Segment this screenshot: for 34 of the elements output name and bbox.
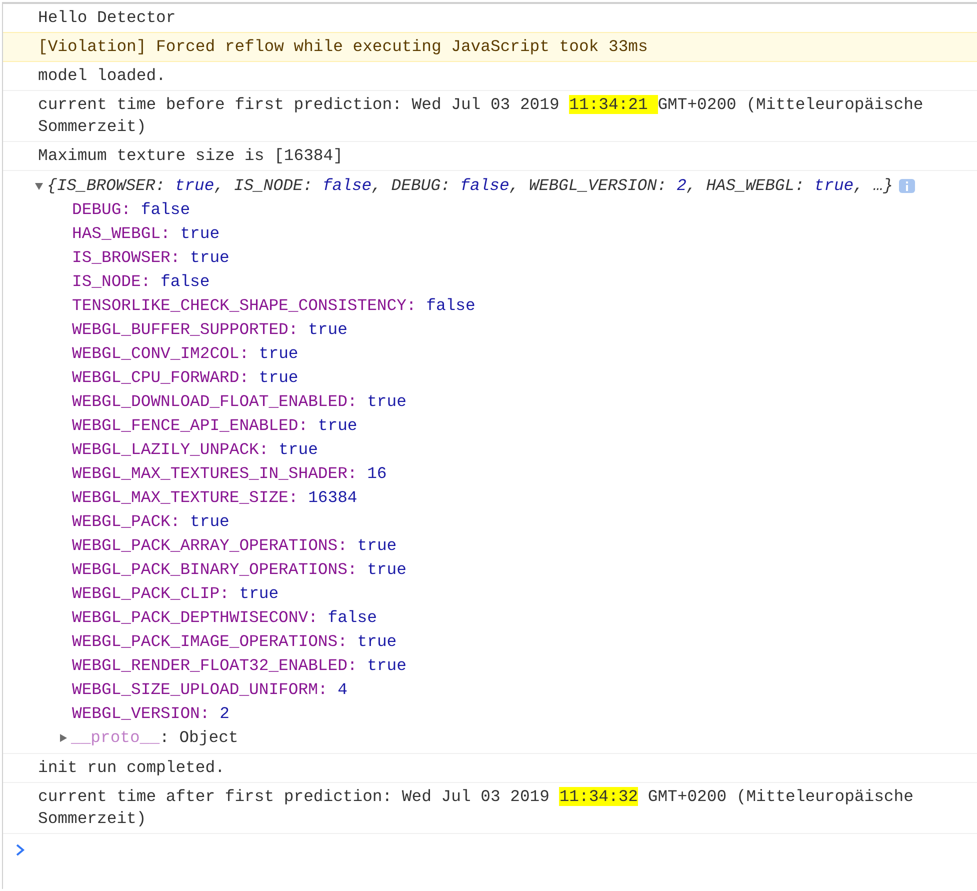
property-line: WEBGL_PACK_BINARY_OPERATIONS: true — [72, 559, 406, 581]
property-line: WEBGL_PACK_CLIP: true — [72, 583, 279, 605]
property-line: WEBGL_SIZE_UPLOAD_UNIFORM: 4 — [72, 679, 348, 701]
property-line: WEBGL_VERSION: 2 — [72, 703, 230, 725]
property-line: WEBGL_MAX_TEXTURES_IN_SHADER: 16 — [72, 463, 387, 485]
property-line: WEBGL_PACK: true — [72, 511, 230, 533]
property-line: HAS_WEBGL: true — [72, 223, 220, 245]
property-line: WEBGL_CONV_IM2COL: true — [72, 343, 298, 365]
prototype-line[interactable]: __proto__: Object — [71, 726, 238, 750]
log-message: init run completed. — [38, 757, 226, 779]
property-line: WEBGL_MAX_TEXTURE_SIZE: 16384 — [72, 487, 358, 509]
property-line: WEBGL_LAZILY_UNPACK: true — [72, 439, 318, 461]
property-line: WEBGL_PACK_ARRAY_OPERATIONS: true — [72, 535, 397, 557]
property-line: WEBGL_FENCE_API_ENABLED: true — [72, 415, 358, 437]
log-message: Maximum texture size is [16384] — [38, 145, 344, 167]
property-line: TENSORLIKE_CHECK_SHAPE_CONSISTENCY: false — [72, 295, 476, 317]
expanded-triangle-icon[interactable] — [34, 181, 44, 191]
log-message: model loaded. — [38, 65, 167, 87]
collapsed-triangle-icon[interactable] — [58, 733, 68, 743]
property-line: WEBGL_RENDER_FLOAT32_ENABLED: true — [72, 655, 406, 677]
property-line: IS_NODE: false — [72, 271, 210, 293]
property-line: WEBGL_BUFFER_SUPPORTED: true — [72, 319, 348, 341]
log-message: current time after first prediction: Wed Jul 03 2019 11:34:32 GMT+0200 (Mitteleuropäische Sommerzeit) — [38, 786, 914, 830]
property-line: WEBGL_DOWNLOAD_FLOAT_ENABLED: true — [72, 391, 406, 413]
property-line: WEBGL_PACK_DEPTHWISECONV: false — [72, 607, 377, 629]
log-message: current time before first prediction: Wed Jul 03 2019 11:34:21 GMT+0200 (Mitteleuropäische Sommerzeit) — [38, 94, 924, 138]
property-line: IS_BROWSER: true — [72, 247, 230, 269]
prompt-chevron-icon — [15, 844, 25, 856]
log-message: Hello Detector — [38, 7, 177, 29]
object-summary[interactable]: {IS_BROWSER: true, IS_NODE: false, DEBUG: false, WEBGL_VERSION: 2, HAS_WEBGL: true, …} — [47, 174, 893, 198]
property-line: WEBGL_CPU_FORWARD: true — [72, 367, 298, 389]
property-line: DEBUG: false — [72, 199, 190, 221]
property-line: WEBGL_PACK_IMAGE_OPERATIONS: true — [72, 631, 397, 653]
violation-message: [Violation] Forced reflow while executing JavaScript took 33ms — [38, 36, 649, 58]
